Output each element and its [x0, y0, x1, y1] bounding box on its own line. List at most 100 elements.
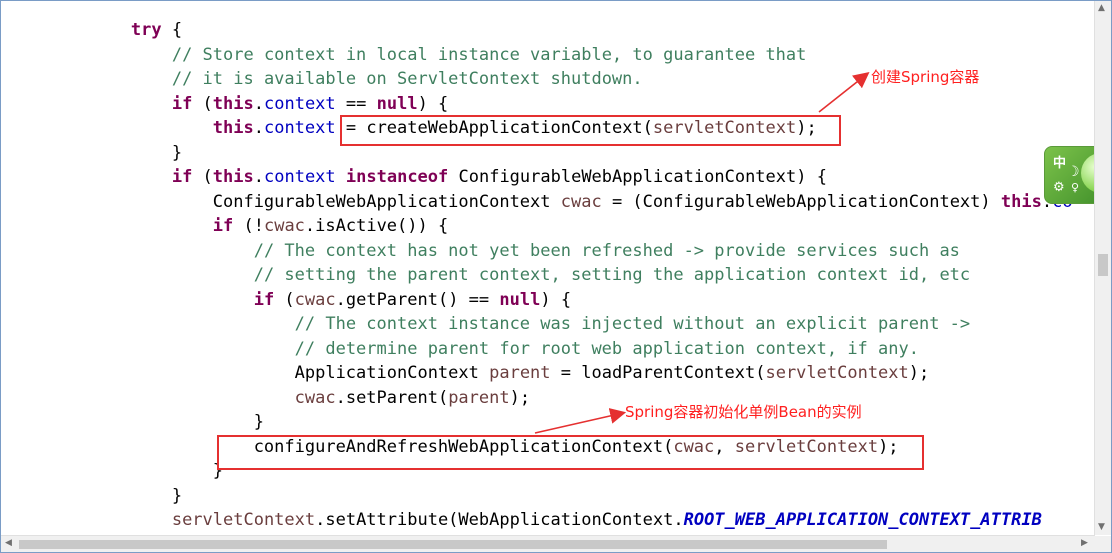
scroll-left-arrow-icon[interactable]: ◀ [5, 538, 12, 548]
code-token: cwac [294, 387, 336, 408]
code-token: if [171, 167, 193, 187]
highlight-create-context [340, 115, 841, 146]
vertical-scrollbar[interactable]: ▲ ▼ [1094, 1, 1111, 535]
code-token: } [49, 142, 183, 163]
code-line: servletContext.setAttribute(WebApplicati… [49, 508, 1042, 532]
code-token: ); [509, 387, 531, 408]
scroll-right-arrow-icon[interactable]: ▶ [1081, 538, 1088, 548]
code-token: servletContext [765, 363, 909, 383]
code-token: .getParent() == [335, 289, 500, 310]
code-token: (! [233, 216, 264, 236]
code-token: instanceof [345, 167, 449, 187]
code-token: this [212, 93, 254, 114]
code-token: .isActive()) { [304, 216, 449, 236]
code-token: // The context has not yet been refreshe… [253, 240, 960, 261]
code-token: servletContext [171, 510, 316, 530]
code-token: ConfigurableWebApplicationContext) { [448, 167, 827, 187]
code-token: ConfigurableWebApplicationContext [49, 191, 561, 212]
code-token: ApplicationContext [49, 363, 490, 383]
code-token: { [161, 20, 183, 40]
code-token: context [263, 118, 336, 138]
horizontal-scroll-thumb[interactable] [19, 540, 887, 549]
code-token: parent [489, 363, 551, 383]
code-token: null [499, 289, 541, 310]
code-line: // The context instance was injected wit… [49, 312, 971, 336]
code-line: ApplicationContext parent = loadParentCo… [49, 361, 930, 385]
code-token: // The context instance was injected wit… [294, 314, 971, 334]
code-line: try { [49, 18, 182, 42]
code-token: } [49, 485, 183, 506]
code-token: = loadParentContext( [550, 363, 766, 383]
code-token: } [49, 461, 223, 481]
code-token: ) { [540, 289, 572, 310]
code-line: if (cwac.getParent() == null) { [49, 288, 571, 312]
code-token: ) { [417, 93, 449, 114]
highlight-configure-refresh [217, 435, 924, 470]
code-token: . [253, 167, 264, 187]
moon-icon[interactable]: ☽ [1067, 164, 1080, 180]
code-line: cwac.setParent(parent); [49, 386, 530, 410]
code-token: if [253, 289, 275, 310]
annotation-init-singletons: Spring容器初始化单例Bean的实例 [625, 403, 862, 421]
code-token: cwac [560, 191, 602, 212]
code-token: .setAttribute(WebApplicationContext. [315, 510, 684, 530]
code-line: // setting the parent context, setting t… [49, 263, 970, 287]
code-token: cwac [263, 216, 305, 236]
code-line: // it is available on ServletContext shu… [49, 67, 643, 91]
code-token: . [253, 118, 264, 138]
code-line: if (this.context == null) { [49, 92, 448, 116]
code-line: } [49, 410, 264, 434]
annotation-create-container: 创建Spring容器 [871, 68, 980, 86]
code-token: ( [192, 93, 213, 114]
code-token: = (ConfigurableWebApplicationContext) [601, 191, 1001, 212]
code-token: this [212, 118, 254, 138]
code-token: . [253, 93, 264, 114]
code-token: // Store context in local instance varia… [171, 44, 807, 65]
code-token: // it is available on ServletContext shu… [171, 69, 643, 89]
code-line: } [49, 141, 182, 165]
code-token: // setting the parent context, setting t… [253, 265, 971, 285]
code-token: ( [274, 289, 295, 310]
code-token: ); [908, 363, 930, 383]
code-token: try [130, 20, 162, 40]
code-line: // The context has not yet been refreshe… [49, 239, 960, 263]
code-line: } [49, 459, 223, 483]
code-line: // Store context in local instance varia… [49, 43, 807, 67]
code-line: ConfigurableWebApplicationContext cwac =… [49, 190, 1073, 214]
code-token: this [212, 167, 254, 187]
microphone-icon[interactable]: ♀ [1071, 181, 1079, 194]
code-token: context [264, 93, 336, 114]
code-token: if [212, 216, 234, 236]
scroll-up-arrow-icon[interactable]: ▲ [1098, 3, 1105, 13]
code-token: } [49, 412, 264, 432]
ime-mode-label[interactable]: 中 [1053, 152, 1066, 171]
code-token: if [171, 93, 193, 114]
code-token: cwac [294, 289, 336, 310]
code-token: ROOT_WEB_APPLICATION_CONTEXT_ATTRIB [683, 510, 1042, 530]
scrollbar-corner [1095, 536, 1111, 552]
gear-icon[interactable]: ⚙ [1053, 180, 1065, 195]
code-token: null [376, 93, 418, 114]
code-token: ( [192, 167, 213, 187]
code-token: // determine parent for root web applica… [294, 338, 919, 359]
code-line: if (this.context instanceof Configurable… [49, 165, 827, 189]
horizontal-scrollbar[interactable]: ◀ ▶ [1, 535, 1095, 552]
scroll-down-arrow-icon[interactable]: ▼ [1098, 522, 1105, 532]
code-line: // determine parent for root web applica… [49, 337, 919, 361]
code-line: if (!cwac.isActive()) { [49, 214, 448, 238]
vertical-scroll-thumb[interactable] [1098, 254, 1108, 276]
code-token: context [264, 167, 336, 187]
